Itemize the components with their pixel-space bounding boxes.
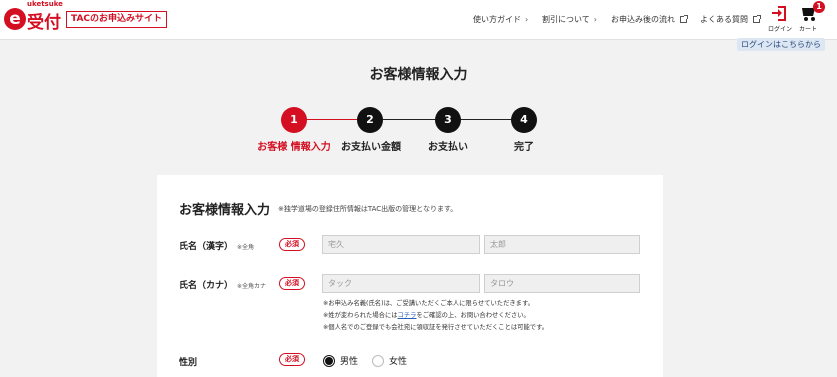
gender-label: 性別 [179,358,198,368]
login-label: ログイン [768,26,793,33]
name-change-link[interactable]: コチラ [398,312,417,319]
step-1-label: お客様 情報入力 [257,142,331,153]
step-1-circle: 1 [281,107,307,133]
nav-link-faq[interactable]: よくある質問 [700,14,761,25]
name-kana-label: 氏名（カナ） ※全角カナ [179,278,266,291]
step-3-label: お支払い [428,142,468,153]
last-name-kanji-input[interactable]: 宅久 [322,235,480,254]
cart-label: カート [798,26,817,33]
logo-text: uketsuke 受付 [27,0,63,33]
radio-unselected-icon [372,354,384,367]
required-badge: 必須 [279,353,305,366]
name-kana-label-text: 氏名（カナ） [179,281,234,291]
login-link[interactable]: ログインはこちらから [737,38,825,51]
radio-selected-icon [323,354,335,367]
step-4-circle: 4 [511,107,537,133]
first-name-kana-input[interactable]: タロウ [484,274,640,293]
nav-link-label: お申込み後の流れ [611,15,675,24]
nav-link-label: 使い方ガイド [473,15,521,24]
nav-link-label: よくある質問 [700,15,748,24]
nav-link-discount[interactable]: 割引について › [542,14,597,25]
logo-small-text: uketsuke [27,0,63,8]
name-kanji-sub: ※全角 [237,244,255,251]
required-badge: 必須 [279,277,305,290]
external-link-icon [753,15,761,23]
page-title: お客様情報入力 [369,67,468,83]
gender-option-male[interactable]: 男性 [323,354,358,367]
gender-option-female[interactable]: 女性 [372,354,407,367]
step-4-label: 完了 [514,142,534,153]
note-line: ※個人名でのご登録でも会社宛に領収証を発行させていただくことは可能です。 [323,324,549,331]
step-3-circle: 3 [435,107,461,133]
gender-option-label: 男性 [340,357,359,367]
note-text: ※姓が変わられた場合には [323,312,398,319]
logo-main-text: 受付 [27,13,61,33]
note-text: をご確認の上、お問い合わせください。 [416,312,530,319]
site-header: e uketsuke 受付 TACのお申込みサイト 使い方ガイド › 割引につい… [0,0,837,40]
name-notes: ※お申込み名義(氏名)は、ご受講いただくご本人に限らせていただきます。 ※姓が変… [323,298,548,334]
required-badge: 必須 [279,238,305,251]
logo-e-mark: e [4,8,26,30]
step-2-label: お支払い金額 [341,142,401,153]
login-button[interactable]: ログイン [768,6,793,33]
chevron-right-icon: › [525,15,529,24]
name-kanji-label-text: 氏名（漢字） [179,242,234,252]
nav-link-label: 割引について [542,15,590,24]
logo[interactable]: e uketsuke 受付 [4,0,63,33]
cart-count-badge: 1 [813,1,825,13]
nav-link-flow[interactable]: お申込み後の流れ [611,14,688,25]
first-name-kanji-input[interactable]: 太郎 [484,235,640,254]
last-name-kana-input[interactable]: タック [322,274,480,293]
external-link-icon [680,15,688,23]
login-icon [772,6,786,21]
tac-site-badge: TACのお申込みサイト [66,11,168,28]
form-title-note: ※独学道場の登録住所情報はTAC出版の管理となります。 [278,205,458,213]
note-line: ※姓が変わられた場合にはコチラをご確認の上、お問い合わせください。 [323,310,548,322]
name-kanji-label: 氏名（漢字） ※全角 [179,239,254,252]
gender-option-label: 女性 [389,357,408,367]
step-2-circle: 2 [357,107,383,133]
form-title: お客様情報入力 [179,203,271,218]
chevron-right-icon: › [593,15,597,24]
name-kana-sub: ※全角カナ [237,283,267,290]
nav-link-guide[interactable]: 使い方ガイド › [473,14,528,25]
note-line: ※お申込み名義(氏名)は、ご受講いただくご本人に限らせていただきます。 [323,300,534,307]
